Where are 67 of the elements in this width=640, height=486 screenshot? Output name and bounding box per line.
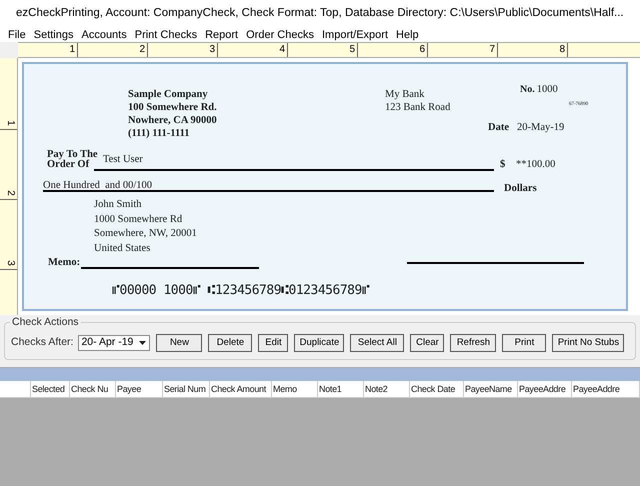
company-line: 100 Somewhere Rd. xyxy=(128,101,217,114)
column-header[interactable]: Payee xyxy=(116,381,163,397)
pay-to-label: Pay To The xyxy=(47,150,98,160)
column-header[interactable]: Note2 xyxy=(364,381,410,397)
ruler-number: 5 xyxy=(349,43,355,57)
address-line: United States xyxy=(94,242,152,256)
column-header[interactable]: Selected xyxy=(31,381,70,397)
column-header[interactable]: Memo xyxy=(272,381,318,397)
action-button[interactable]: Select All xyxy=(350,334,404,352)
menu-item[interactable]: Settings xyxy=(30,26,78,44)
ruler-number: 3 xyxy=(4,260,14,266)
check-amount: **100.00 xyxy=(516,158,556,172)
action-button[interactable]: Delete xyxy=(208,334,252,352)
address-line: 1000 Somewhere Rd xyxy=(94,212,184,226)
date-label: Date xyxy=(488,121,509,135)
action-button[interactable]: Refresh xyxy=(450,334,496,352)
amount-in-words: One Hundred and 00/100 xyxy=(43,179,152,193)
bank-line: 123 Bank Road xyxy=(385,101,450,114)
dollars-label: Dollars xyxy=(504,182,537,196)
dollar-sign: $ xyxy=(500,158,506,172)
company-line: Nowhere, CA 90000 xyxy=(128,114,217,127)
menu-item[interactable]: Print Checks xyxy=(130,26,202,44)
column-header[interactable]: Check Amount xyxy=(210,381,272,397)
action-button[interactable]: Clear xyxy=(410,334,444,352)
column-header[interactable]: PayeeName xyxy=(464,381,518,397)
column-header[interactable]: PayeeAddre xyxy=(572,381,640,397)
address-line: Somewhere, NW, 20001 xyxy=(94,227,197,241)
action-button[interactable]: Edit xyxy=(258,334,288,352)
menu-item[interactable]: Accounts xyxy=(77,26,131,44)
menu-item[interactable]: Import/Export xyxy=(318,26,392,44)
menu-item[interactable]: Report xyxy=(201,26,242,44)
column-header[interactable]: Note1 xyxy=(318,381,364,397)
ruler-number: 2 xyxy=(139,43,145,57)
column-header[interactable]: Serial Num xyxy=(163,381,210,397)
ruler-number: 1 xyxy=(69,43,75,57)
ruler-number: 6 xyxy=(419,43,425,57)
memo-label: Memo: xyxy=(48,256,80,270)
menu-item[interactable]: Order Checks xyxy=(242,26,318,44)
action-button[interactable]: Print xyxy=(502,334,546,352)
menu-item[interactable]: File xyxy=(0,26,30,44)
window-title: ezCheckPrinting, Account: CompanyCheck, Check Format: Top, Database Directory: C:\Users\Public\Documents\Half... xyxy=(16,6,624,22)
check-number: 1000 xyxy=(536,83,558,97)
ruler-number: 7 xyxy=(489,43,495,57)
bank-line: My Bank xyxy=(385,88,426,101)
check-date: 20-May-19 xyxy=(517,121,564,135)
company-line: Sample Company xyxy=(128,88,209,101)
ruler-number: 8 xyxy=(559,43,565,57)
dropdown-arrow-icon xyxy=(139,341,146,345)
ruler-number: 3 xyxy=(209,43,215,57)
checks-after-label: Checks After: xyxy=(11,335,74,350)
action-button[interactable]: New xyxy=(156,334,202,352)
date-dropdown[interactable]: 20- Apr -19 xyxy=(78,335,150,351)
column-header[interactable]: PayeeAddre xyxy=(518,381,572,397)
company-line: (111) 111-1111 xyxy=(128,127,191,140)
micr-line: ⑈00000 1000⑈ ⑆123456789⑆0123456789⑈ xyxy=(112,282,370,300)
column-header[interactable]: Check Date xyxy=(410,381,464,397)
pay-to-label: Order Of xyxy=(47,160,90,170)
ruler-number: 4 xyxy=(279,43,285,57)
column-header[interactable]: Check Nu xyxy=(70,381,116,397)
ruler-number: 2 xyxy=(4,190,14,196)
address-line: John Smith xyxy=(94,198,143,212)
ruler-number: 1 xyxy=(4,120,14,126)
payee-name: Test User xyxy=(103,153,143,167)
action-button[interactable]: Duplicate xyxy=(294,334,344,352)
action-button[interactable]: Print No Stubs xyxy=(552,334,624,352)
menu-item[interactable]: Help xyxy=(392,26,423,44)
number-label: No. xyxy=(520,83,535,97)
